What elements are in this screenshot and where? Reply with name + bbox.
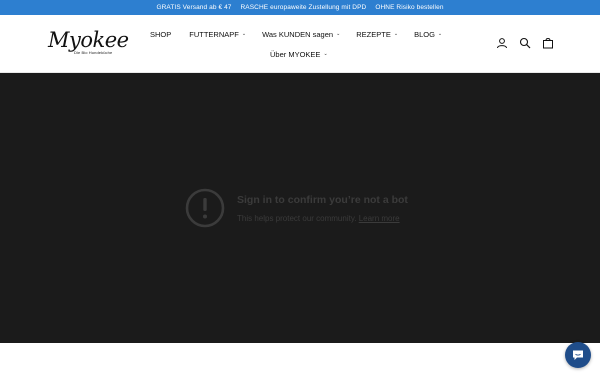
nav-blog[interactable]: BLOG ⌄	[414, 30, 442, 39]
chat-button[interactable]	[565, 342, 591, 368]
nav-shop-label: SHOP	[150, 29, 172, 39]
nav-futternapf[interactable]: FUTTERNAPF ⌄	[189, 30, 246, 39]
nav-ueber-myokee-label: Über MYOKEE	[270, 49, 321, 59]
nav-shop[interactable]: SHOP	[150, 30, 171, 39]
chevron-down-icon: ⌄	[393, 30, 399, 37]
nav-kunden[interactable]: Was KUNDEN sagen ⌄	[262, 30, 340, 39]
nav-blog-label: BLOG	[414, 29, 435, 39]
search-icon[interactable]	[519, 37, 531, 49]
header-icons	[496, 37, 554, 49]
bot-check-notice: Sign in to confirm you’re not a bot This…	[185, 188, 408, 228]
account-icon[interactable]	[496, 37, 508, 49]
announcement-bar: GRATIS Versand ab € 47 RASCHE europaweit…	[0, 0, 600, 15]
site-header: Myokee Die Bio Hundeküche SHOP FUTTERNAP…	[0, 15, 600, 73]
notice-subtitle-text: This helps protect our community.	[237, 213, 357, 223]
page-content-below	[0, 343, 600, 375]
nav-futternapf-label: FUTTERNAPF	[189, 29, 239, 39]
nav-kunden-label: Was KUNDEN sagen	[262, 29, 334, 39]
announcement-fast-delivery: RASCHE europaweite Zustellung mit DPD	[240, 4, 367, 11]
nav-rezepte-label: REZEPTE	[356, 29, 391, 39]
logo[interactable]: Myokee Die Bio Hundeküche	[48, 28, 129, 57]
learn-more-link[interactable]: Learn more	[359, 214, 400, 223]
cart-icon[interactable]	[542, 37, 554, 49]
chevron-down-icon: ⌄	[336, 30, 341, 37]
chevron-down-icon: ⌄	[241, 30, 247, 37]
notice-subtitle: This helps protect our community. Learn …	[237, 214, 408, 223]
notice-text: Sign in to confirm you’re not a bot This…	[237, 194, 408, 223]
nav-ueber-myokee[interactable]: Über MYOKEE ⌄	[270, 50, 328, 59]
nav-rezepte[interactable]: REZEPTE ⌄	[356, 30, 398, 39]
exclamation-circle-icon	[185, 188, 225, 228]
chevron-down-icon: ⌄	[437, 30, 443, 37]
chevron-down-icon: ⌄	[323, 50, 328, 57]
main-nav-row-2: Über MYOKEE ⌄	[270, 47, 328, 61]
chat-bubble-icon	[573, 350, 583, 360]
logo-wordmark: Myokee	[48, 28, 129, 52]
notice-title: Sign in to confirm you’re not a bot	[237, 193, 408, 206]
announcement-free-shipping: GRATIS Versand ab € 47	[156, 4, 232, 11]
logo-tagline: Die Bio Hundeküche	[74, 50, 113, 55]
announcement-no-risk: OHNE Risiko bestellen	[375, 4, 444, 11]
main-nav: SHOP FUTTERNAPF ⌄ Was KUNDEN sagen ⌄ REZ…	[150, 27, 442, 41]
video-embed[interactable]: Sign in to confirm you’re not a bot This…	[0, 73, 600, 343]
